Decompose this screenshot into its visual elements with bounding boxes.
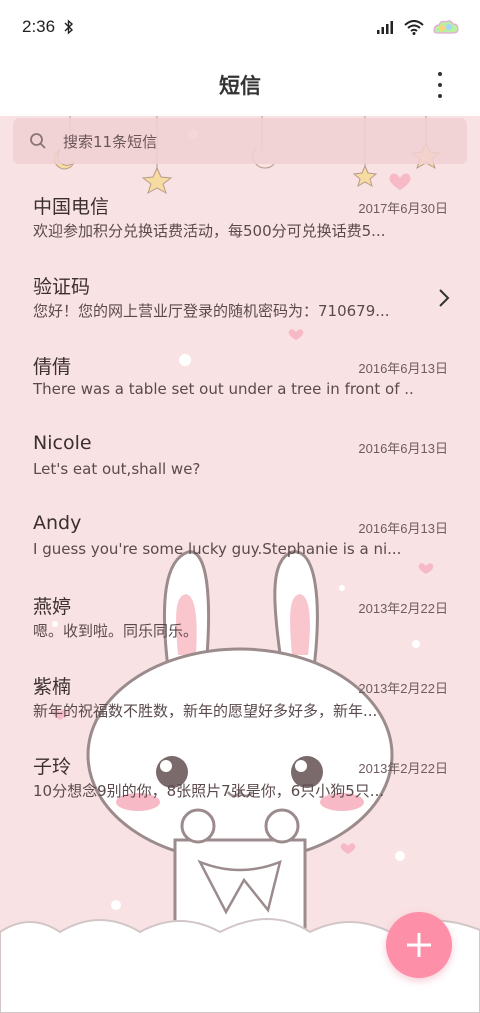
message-preview: 欢迎参加积分兑换话费活动，每500分可兑换话费5... xyxy=(33,222,386,240)
conversation-item[interactable]: 燕婷 2013年2月22日 嗯。收到啦。同乐同乐。 xyxy=(0,580,480,660)
contact-name: 紫楠 xyxy=(33,676,72,698)
message-date: 2013年2月22日 xyxy=(358,601,448,616)
search-placeholder: 搜索11条短信 xyxy=(63,132,158,151)
message-preview: I guess you're some lucky guy.Stephanie … xyxy=(33,540,402,558)
conversation-item[interactable]: 中国电信 2017年6月30日 欢迎参加积分兑换话费活动，每500分可兑换话费5… xyxy=(0,180,480,260)
status-bar: 2:36 xyxy=(0,0,480,54)
message-date: 2017年6月30日 xyxy=(358,201,448,216)
bluetooth-icon xyxy=(64,19,74,35)
more-vert-icon[interactable] xyxy=(430,72,450,98)
contact-name: 燕婷 xyxy=(33,596,72,618)
message-date: 2016年6月13日 xyxy=(358,521,448,536)
contact-name: 中国电信 xyxy=(33,196,110,218)
contact-name: Nicole xyxy=(33,432,92,454)
message-preview: 您好！您的网上营业厅登录的随机密码为：710679... xyxy=(33,302,390,320)
chevron-right-icon[interactable] xyxy=(438,288,450,308)
search-icon xyxy=(30,133,46,149)
message-date: 2013年2月22日 xyxy=(358,761,448,776)
new-message-button[interactable] xyxy=(386,912,452,978)
status-icons xyxy=(376,19,460,35)
contact-name: 验证码 xyxy=(33,276,91,298)
message-preview: 嗯。收到啦。同乐同乐。 xyxy=(33,622,199,640)
conversation-item[interactable]: 子玲 2013年2月22日 10分想念9别的你，8张照片7张是你，6只小狗5只.… xyxy=(0,740,480,820)
message-preview: Let's eat out,shall we? xyxy=(33,460,201,478)
plus-icon xyxy=(407,933,431,957)
message-date: 2016年6月13日 xyxy=(358,441,448,456)
search-input[interactable]: 搜索11条短信 xyxy=(13,118,467,164)
wifi-icon xyxy=(404,19,424,35)
conversation-list: 中国电信 2017年6月30日 欢迎参加积分兑换话费活动，每500分可兑换话费5… xyxy=(0,180,480,820)
signal-icon xyxy=(377,21,393,34)
conversation-item[interactable]: 紫楠 2013年2月22日 新年的祝福数不胜数，新年的愿望好多好多，新年... xyxy=(0,660,480,740)
conversation-item[interactable]: 验证码 您好！您的网上营业厅登录的随机密码为：710679... xyxy=(0,260,480,340)
conversation-item[interactable]: Andy 2016年6月13日 I guess you're some luck… xyxy=(0,500,480,580)
status-time: 2:36 xyxy=(22,17,56,36)
message-preview: 10分想念9别的你，8张照片7张是你，6只小狗5只... xyxy=(33,782,385,800)
contact-name: 倩倩 xyxy=(33,356,72,378)
page-title: 短信 xyxy=(219,74,261,98)
contact-name: 子玲 xyxy=(33,756,72,778)
contact-name: Andy xyxy=(33,512,82,534)
app-bar: 短信 xyxy=(0,54,480,116)
message-preview: 新年的祝福数不胜数，新年的愿望好多好多，新年... xyxy=(33,702,378,720)
conversation-item[interactable]: Nicole 2016年6月13日 Let's eat out,shall we… xyxy=(0,420,480,500)
message-preview: There was a table set out under a tree i… xyxy=(33,380,413,398)
message-date: 2013年2月22日 xyxy=(358,681,448,696)
battery-icon xyxy=(433,20,459,34)
message-date: 2016年6月13日 xyxy=(358,361,448,376)
conversation-item[interactable]: 倩倩 2016年6月13日 There was a table set out … xyxy=(0,340,480,420)
